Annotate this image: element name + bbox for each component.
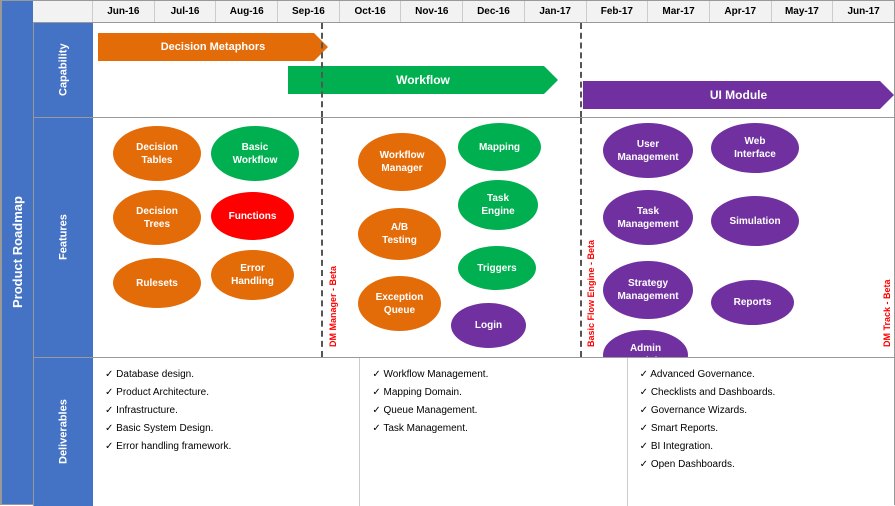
month-apr17: Apr-17 bbox=[710, 1, 772, 22]
oval-strategy-management: StrategyManagement bbox=[603, 261, 693, 319]
oval-mapping: Mapping bbox=[458, 123, 541, 171]
capability-section: Capability Decision Metaphors Workflow U… bbox=[33, 23, 894, 118]
month-dec16: Dec-16 bbox=[463, 1, 525, 22]
deliverable-item: ✓ Basic System Design. bbox=[105, 420, 347, 438]
month-jan17: Jan-17 bbox=[525, 1, 587, 22]
month-mar17: Mar-17 bbox=[648, 1, 710, 22]
oval-admin-module: AdminModule bbox=[603, 330, 688, 357]
month-sep16: Sep-16 bbox=[278, 1, 340, 22]
deliverable-item: ✓ Checklists and Dashboards. bbox=[640, 384, 882, 402]
oval-task-management: TaskManagement bbox=[603, 190, 693, 245]
deliverable-item: ✓ Infrastructure. bbox=[105, 402, 347, 420]
deliverables-col2: ✓ Workflow Management. ✓ Mapping Domain.… bbox=[360, 358, 627, 506]
deliverable-item: ✓ Task Management. bbox=[372, 420, 614, 438]
deliverables-col1: ✓ Database design. ✓ Product Architectur… bbox=[93, 358, 360, 506]
oval-reports: Reports bbox=[711, 280, 794, 325]
deliverable-item: ✓ Queue Management. bbox=[372, 402, 614, 420]
oval-exception-queue: ExceptionQueue bbox=[358, 276, 441, 331]
deliverables-section: Deliverables ✓ Database design. ✓ Produc… bbox=[33, 358, 894, 506]
deliverable-item: ✓ Advanced Governance. bbox=[640, 366, 882, 384]
month-jun17: Jun-17 bbox=[833, 1, 894, 22]
features-dashed-sep16 bbox=[321, 118, 323, 357]
oval-workflow-manager: WorkflowManager bbox=[358, 133, 446, 191]
month-aug16: Aug-16 bbox=[216, 1, 278, 22]
oval-web-interface: WebInterface bbox=[711, 123, 799, 173]
deliverables-label: Deliverables bbox=[58, 400, 70, 465]
oval-task-engine: TaskEngine bbox=[458, 180, 538, 230]
dashed-line-jan17 bbox=[580, 23, 582, 117]
deliverable-item: ✓ Product Architecture. bbox=[105, 384, 347, 402]
oval-decision-trees: DecisionTrees bbox=[113, 190, 201, 245]
features-section: Features DM Manager - Beta Basic Flow En… bbox=[33, 118, 894, 358]
oval-user-management: UserManagement bbox=[603, 123, 693, 178]
oval-rulesets: Rulesets bbox=[113, 258, 201, 308]
oval-login: Login bbox=[451, 303, 526, 348]
decision-metaphors-bar: Decision Metaphors bbox=[98, 33, 328, 61]
month-may17: May-17 bbox=[772, 1, 834, 22]
oval-decision-tables: DecisionTables bbox=[113, 126, 201, 181]
month-nov16: Nov-16 bbox=[401, 1, 463, 22]
capability-label: Capability bbox=[58, 44, 70, 97]
month-jul16: Jul-16 bbox=[155, 1, 217, 22]
dm-track-beta: DM Track - Beta bbox=[882, 128, 892, 347]
oval-functions: Functions bbox=[211, 192, 294, 240]
oval-triggers: Triggers bbox=[458, 246, 536, 290]
deliverable-item: ✓ BI Integration. bbox=[640, 438, 882, 456]
timeline-header: Jun-16 Jul-16 Aug-16 Sep-16 Oct-16 Nov-1… bbox=[33, 1, 894, 23]
month-jun16: Jun-16 bbox=[93, 1, 155, 22]
deliverable-item: ✓ Workflow Management. bbox=[372, 366, 614, 384]
oval-ab-testing: A/BTesting bbox=[358, 208, 441, 260]
dashed-line-sep16 bbox=[321, 23, 323, 117]
features-label: Features bbox=[58, 215, 70, 261]
basic-flow-beta: Basic Flow Engine - Beta bbox=[586, 128, 596, 347]
features-dashed-jan17 bbox=[580, 118, 582, 357]
deliverable-item: ✓ Error handling framework. bbox=[105, 438, 347, 456]
oval-simulation: Simulation bbox=[711, 196, 799, 246]
deliverables-col3: ✓ Advanced Governance. ✓ Checklists and … bbox=[628, 358, 894, 506]
product-roadmap-label: Product Roadmap bbox=[10, 197, 25, 309]
ui-module-bar: UI Module bbox=[583, 81, 894, 109]
deliverable-item: ✓ Smart Reports. bbox=[640, 420, 882, 438]
month-feb17: Feb-17 bbox=[587, 1, 649, 22]
month-oct16: Oct-16 bbox=[340, 1, 402, 22]
dm-manager-beta: DM Manager - Beta bbox=[328, 128, 338, 347]
oval-error-handling: ErrorHandling bbox=[211, 250, 294, 300]
deliverable-item: ✓ Database design. bbox=[105, 366, 347, 384]
deliverable-item: ✓ Open Dashboards. bbox=[640, 456, 882, 474]
deliverable-item: ✓ Governance Wizards. bbox=[640, 402, 882, 420]
deliverable-item: ✓ Mapping Domain. bbox=[372, 384, 614, 402]
oval-basic-workflow: BasicWorkflow bbox=[211, 126, 299, 181]
workflow-bar: Workflow bbox=[288, 66, 558, 94]
